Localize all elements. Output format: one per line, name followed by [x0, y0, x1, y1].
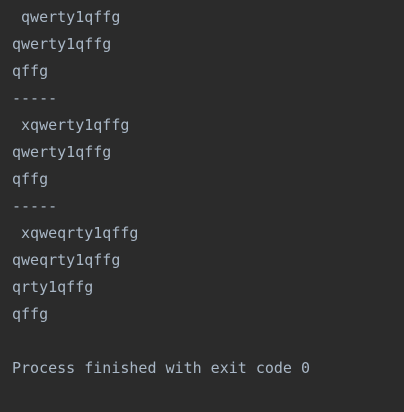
- output-line: qwerty1qffg: [12, 35, 112, 53]
- output-line: qwerty1qffg: [12, 143, 112, 161]
- console-output: qwerty1qffg qwerty1qffg qffg ----- xqwer…: [0, 0, 404, 412]
- output-line: xqweqrty1qffg: [12, 224, 139, 242]
- output-line: qffg: [12, 305, 49, 323]
- output-line: xqwerty1qffg: [12, 116, 130, 134]
- process-exit-message: Process finished with exit code 0: [12, 359, 311, 377]
- output-line: qweqrty1qffg: [12, 251, 121, 269]
- separator-line: -----: [12, 197, 58, 215]
- output-line: qwerty1qffg: [12, 8, 121, 26]
- separator-line: -----: [12, 89, 58, 107]
- output-line: qffg: [12, 170, 49, 188]
- output-line: qrty1qffg: [12, 278, 94, 296]
- output-line: qffg: [12, 62, 49, 80]
